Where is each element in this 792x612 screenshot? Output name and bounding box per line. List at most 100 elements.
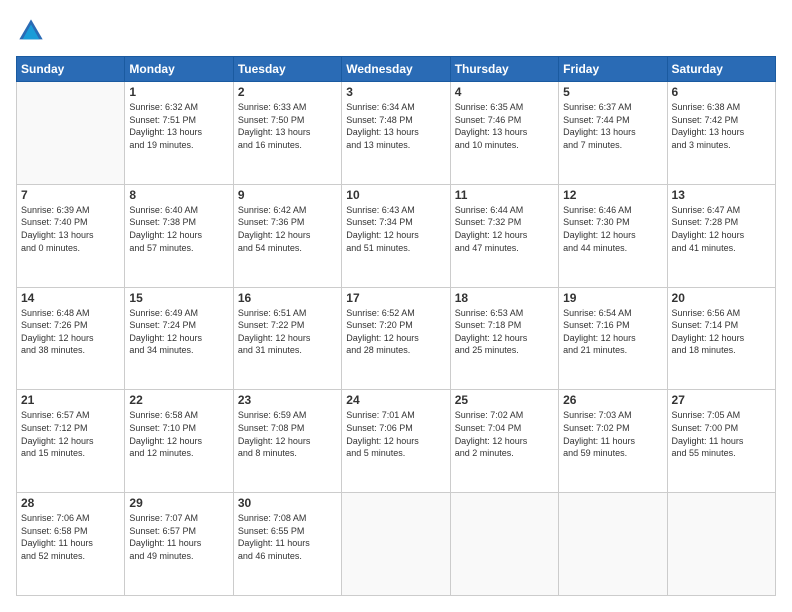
calendar-cell (17, 82, 125, 185)
day-number: 8 (129, 188, 228, 202)
calendar-cell: 25 Sunrise: 7:02 AM Sunset: 7:04 PM Dayli… (450, 390, 558, 493)
calendar-cell: 24 Sunrise: 7:01 AM Sunset: 7:06 PM Dayli… (342, 390, 450, 493)
day-number: 10 (346, 188, 445, 202)
day-number: 29 (129, 496, 228, 510)
calendar-cell: 3 Sunrise: 6:34 AM Sunset: 7:48 PM Daylig… (342, 82, 450, 185)
calendar-cell: 14 Sunrise: 6:48 AM Sunset: 7:26 PM Dayli… (17, 287, 125, 390)
day-info: Sunrise: 7:01 AM Sunset: 7:06 PM Dayligh… (346, 409, 445, 459)
calendar-cell: 7 Sunrise: 6:39 AM Sunset: 7:40 PM Daylig… (17, 184, 125, 287)
calendar-cell (559, 493, 667, 596)
day-number: 18 (455, 291, 554, 305)
calendar-cell: 12 Sunrise: 6:46 AM Sunset: 7:30 PM Dayli… (559, 184, 667, 287)
day-info: Sunrise: 6:34 AM Sunset: 7:48 PM Dayligh… (346, 101, 445, 151)
day-number: 24 (346, 393, 445, 407)
page: SundayMondayTuesdayWednesdayThursdayFrid… (0, 0, 792, 612)
day-info: Sunrise: 6:56 AM Sunset: 7:14 PM Dayligh… (672, 307, 771, 357)
day-info: Sunrise: 6:54 AM Sunset: 7:16 PM Dayligh… (563, 307, 662, 357)
calendar-cell: 18 Sunrise: 6:53 AM Sunset: 7:18 PM Dayli… (450, 287, 558, 390)
day-info: Sunrise: 6:58 AM Sunset: 7:10 PM Dayligh… (129, 409, 228, 459)
day-info: Sunrise: 6:40 AM Sunset: 7:38 PM Dayligh… (129, 204, 228, 254)
day-info: Sunrise: 6:49 AM Sunset: 7:24 PM Dayligh… (129, 307, 228, 357)
calendar-cell: 15 Sunrise: 6:49 AM Sunset: 7:24 PM Dayli… (125, 287, 233, 390)
day-number: 7 (21, 188, 120, 202)
day-info: Sunrise: 6:32 AM Sunset: 7:51 PM Dayligh… (129, 101, 228, 151)
calendar-cell: 6 Sunrise: 6:38 AM Sunset: 7:42 PM Daylig… (667, 82, 775, 185)
calendar-cell: 16 Sunrise: 6:51 AM Sunset: 7:22 PM Dayli… (233, 287, 341, 390)
day-number: 6 (672, 85, 771, 99)
day-number: 20 (672, 291, 771, 305)
day-number: 5 (563, 85, 662, 99)
day-info: Sunrise: 6:57 AM Sunset: 7:12 PM Dayligh… (21, 409, 120, 459)
day-number: 26 (563, 393, 662, 407)
day-info: Sunrise: 6:37 AM Sunset: 7:44 PM Dayligh… (563, 101, 662, 151)
weekday-header: Friday (559, 57, 667, 82)
day-info: Sunrise: 7:02 AM Sunset: 7:04 PM Dayligh… (455, 409, 554, 459)
day-info: Sunrise: 6:43 AM Sunset: 7:34 PM Dayligh… (346, 204, 445, 254)
calendar-cell (667, 493, 775, 596)
day-number: 16 (238, 291, 337, 305)
day-info: Sunrise: 6:42 AM Sunset: 7:36 PM Dayligh… (238, 204, 337, 254)
calendar-cell: 30 Sunrise: 7:08 AM Sunset: 6:55 PM Dayli… (233, 493, 341, 596)
day-info: Sunrise: 6:59 AM Sunset: 7:08 PM Dayligh… (238, 409, 337, 459)
day-number: 19 (563, 291, 662, 305)
day-number: 14 (21, 291, 120, 305)
day-number: 12 (563, 188, 662, 202)
calendar-cell: 28 Sunrise: 7:06 AM Sunset: 6:58 PM Dayli… (17, 493, 125, 596)
day-number: 13 (672, 188, 771, 202)
day-info: Sunrise: 6:48 AM Sunset: 7:26 PM Dayligh… (21, 307, 120, 357)
day-number: 4 (455, 85, 554, 99)
day-number: 30 (238, 496, 337, 510)
day-info: Sunrise: 7:07 AM Sunset: 6:57 PM Dayligh… (129, 512, 228, 562)
day-number: 15 (129, 291, 228, 305)
logo (16, 16, 50, 46)
day-info: Sunrise: 7:03 AM Sunset: 7:02 PM Dayligh… (563, 409, 662, 459)
weekday-header: Sunday (17, 57, 125, 82)
day-number: 17 (346, 291, 445, 305)
day-number: 3 (346, 85, 445, 99)
calendar-cell: 5 Sunrise: 6:37 AM Sunset: 7:44 PM Daylig… (559, 82, 667, 185)
calendar-cell: 8 Sunrise: 6:40 AM Sunset: 7:38 PM Daylig… (125, 184, 233, 287)
day-info: Sunrise: 6:38 AM Sunset: 7:42 PM Dayligh… (672, 101, 771, 151)
header (16, 16, 776, 46)
day-number: 23 (238, 393, 337, 407)
day-number: 28 (21, 496, 120, 510)
calendar-cell: 17 Sunrise: 6:52 AM Sunset: 7:20 PM Dayli… (342, 287, 450, 390)
day-info: Sunrise: 6:51 AM Sunset: 7:22 PM Dayligh… (238, 307, 337, 357)
calendar-table: SundayMondayTuesdayWednesdayThursdayFrid… (16, 56, 776, 596)
calendar-cell: 2 Sunrise: 6:33 AM Sunset: 7:50 PM Daylig… (233, 82, 341, 185)
day-info: Sunrise: 6:53 AM Sunset: 7:18 PM Dayligh… (455, 307, 554, 357)
day-number: 2 (238, 85, 337, 99)
calendar-cell: 21 Sunrise: 6:57 AM Sunset: 7:12 PM Dayli… (17, 390, 125, 493)
calendar-cell: 26 Sunrise: 7:03 AM Sunset: 7:02 PM Dayli… (559, 390, 667, 493)
calendar-cell: 19 Sunrise: 6:54 AM Sunset: 7:16 PM Dayli… (559, 287, 667, 390)
calendar-cell: 29 Sunrise: 7:07 AM Sunset: 6:57 PM Dayli… (125, 493, 233, 596)
day-info: Sunrise: 6:47 AM Sunset: 7:28 PM Dayligh… (672, 204, 771, 254)
day-info: Sunrise: 6:52 AM Sunset: 7:20 PM Dayligh… (346, 307, 445, 357)
day-number: 22 (129, 393, 228, 407)
day-info: Sunrise: 7:05 AM Sunset: 7:00 PM Dayligh… (672, 409, 771, 459)
day-number: 25 (455, 393, 554, 407)
calendar-cell (342, 493, 450, 596)
day-info: Sunrise: 7:06 AM Sunset: 6:58 PM Dayligh… (21, 512, 120, 562)
logo-icon (16, 16, 46, 46)
day-info: Sunrise: 7:08 AM Sunset: 6:55 PM Dayligh… (238, 512, 337, 562)
calendar-cell: 10 Sunrise: 6:43 AM Sunset: 7:34 PM Dayli… (342, 184, 450, 287)
day-info: Sunrise: 6:46 AM Sunset: 7:30 PM Dayligh… (563, 204, 662, 254)
weekday-header: Monday (125, 57, 233, 82)
calendar-cell (450, 493, 558, 596)
weekday-header: Saturday (667, 57, 775, 82)
calendar-cell: 4 Sunrise: 6:35 AM Sunset: 7:46 PM Daylig… (450, 82, 558, 185)
day-info: Sunrise: 6:35 AM Sunset: 7:46 PM Dayligh… (455, 101, 554, 151)
day-number: 9 (238, 188, 337, 202)
day-info: Sunrise: 6:39 AM Sunset: 7:40 PM Dayligh… (21, 204, 120, 254)
day-info: Sunrise: 6:33 AM Sunset: 7:50 PM Dayligh… (238, 101, 337, 151)
calendar-cell: 27Sunrise: 7:05 AM Sunset: 7:00 PM Dayli… (667, 390, 775, 493)
calendar-cell: 9 Sunrise: 6:42 AM Sunset: 7:36 PM Daylig… (233, 184, 341, 287)
calendar-cell: 11Sunrise: 6:44 AM Sunset: 7:32 PM Dayli… (450, 184, 558, 287)
day-number: 1 (129, 85, 228, 99)
calendar-cell: 20 Sunrise: 6:56 AM Sunset: 7:14 PM Dayli… (667, 287, 775, 390)
day-number: 21 (21, 393, 120, 407)
weekday-header: Thursday (450, 57, 558, 82)
calendar-cell: 13 Sunrise: 6:47 AM Sunset: 7:28 PM Dayli… (667, 184, 775, 287)
calendar-cell: 1 Sunrise: 6:32 AM Sunset: 7:51 PM Daylig… (125, 82, 233, 185)
